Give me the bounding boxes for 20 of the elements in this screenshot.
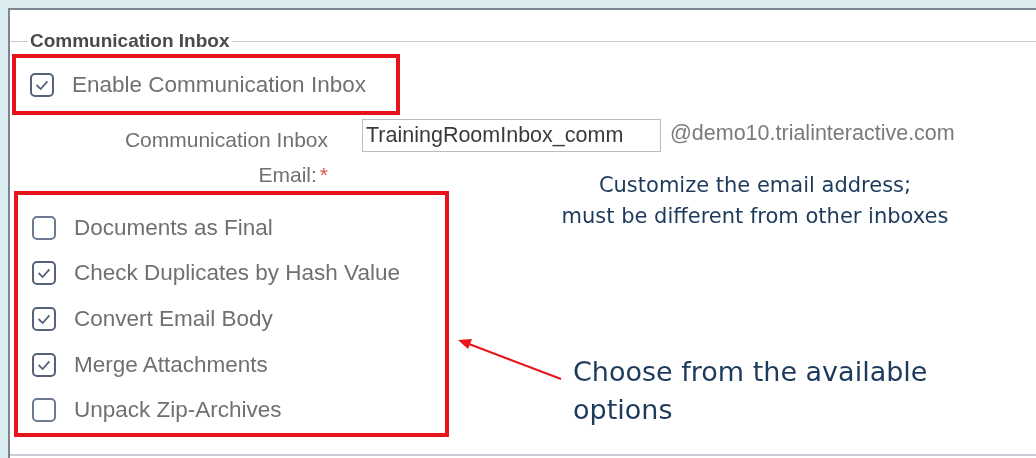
checkbox-label: Convert Email Body bbox=[74, 306, 273, 332]
checkbox[interactable] bbox=[30, 72, 54, 97]
required-mark: * bbox=[319, 162, 328, 188]
checkbox-label: Unpack Zip-Archives bbox=[74, 397, 282, 424]
checkbox-label: Check Duplicates by Hash Value bbox=[74, 260, 400, 287]
checkbox-label: Enable Communication Inbox bbox=[72, 71, 366, 98]
checkbox[interactable] bbox=[32, 261, 56, 286]
annotation-text: Customize the email address; must be different from other inboxes bbox=[560, 172, 950, 230]
email-input-field[interactable]: TrainingRoomInbox_comm bbox=[362, 119, 661, 152]
checkbox-label: Documents as Final bbox=[74, 214, 273, 241]
checkbox-label: Merge Attachments bbox=[74, 351, 268, 378]
email-domain: @demo10.trialinteractive.com bbox=[670, 120, 955, 147]
checkbox[interactable] bbox=[32, 215, 56, 240]
checkbox[interactable] bbox=[32, 352, 56, 377]
field-label: Email: bbox=[258, 162, 317, 188]
annotation-text: Choose from the available options bbox=[573, 355, 928, 427]
checkbox[interactable] bbox=[32, 307, 56, 331]
section-title: Communication Inbox bbox=[29, 30, 231, 52]
field-label: Communication Inbox bbox=[124, 127, 328, 153]
checkbox[interactable] bbox=[32, 398, 56, 423]
